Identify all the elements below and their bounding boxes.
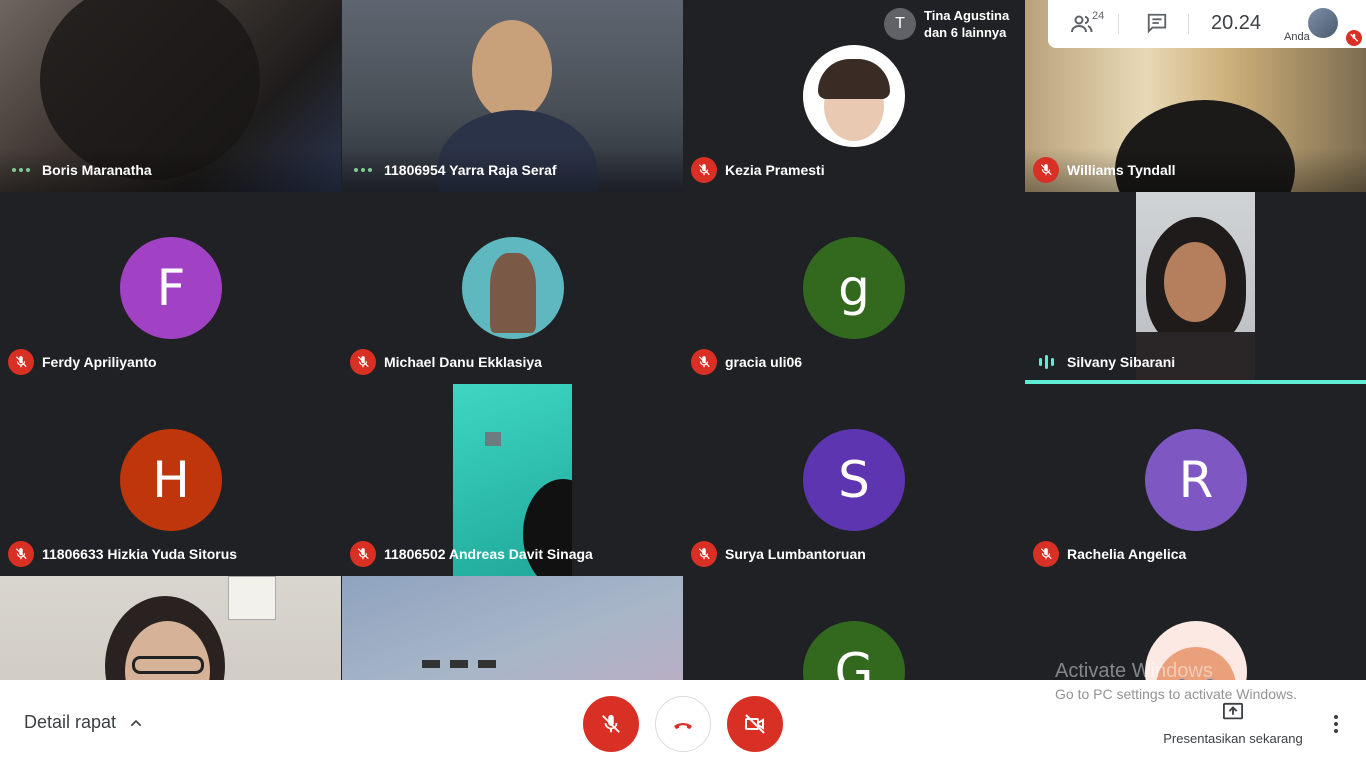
hang-up-icon xyxy=(674,723,692,729)
participant-tile[interactable]: g gracia uli06 xyxy=(683,192,1024,384)
participant-name: 11806633 Hizkia Yuda Sitorus xyxy=(42,546,238,562)
avatar: T xyxy=(884,8,916,40)
chat-icon[interactable] xyxy=(1146,12,1168,39)
participant-tile[interactable]: 11806954 Yarra Raja Seraf xyxy=(342,0,683,192)
mic-off-icon xyxy=(691,157,717,183)
meeting-details-label: Detail rapat xyxy=(24,712,117,732)
participant-tile[interactable]: R Rachelia Angelica xyxy=(1025,384,1366,576)
more-options-icon xyxy=(8,168,34,172)
present-now-label: Presentasikan sekarang xyxy=(1163,731,1303,746)
activation-watermark-sub: Go to PC settings to activate Windows. xyxy=(1055,686,1297,702)
participant-name: Kezia Pramesti xyxy=(725,162,825,178)
mic-off-icon xyxy=(350,541,376,567)
presenter-name: Tina Agustina xyxy=(924,8,1010,23)
participant-tile[interactable]: F Ferdy Apriliyanto xyxy=(0,192,341,384)
others-count: dan 6 lainnya xyxy=(924,25,1007,40)
avatar xyxy=(462,237,564,339)
more-options-icon xyxy=(350,168,376,172)
participant-tile[interactable]: Silvany Sibarani xyxy=(1025,192,1366,384)
participant-name: Williams Tyndall xyxy=(1067,162,1176,178)
participant-name: Silvany Sibarani xyxy=(1067,354,1176,370)
participant-name: Michael Danu Ekklasiya xyxy=(384,354,542,370)
meeting-info-panel: 24 20.24 Anda xyxy=(1048,0,1366,48)
video-feed xyxy=(472,20,552,120)
participant-tile[interactable]: S Surya Lumbantoruan xyxy=(683,384,1024,576)
mic-toggle-button[interactable] xyxy=(583,696,639,752)
leave-call-button[interactable] xyxy=(655,696,711,752)
participant-name: gracia uli06 xyxy=(725,354,803,370)
participant-tile[interactable]: 11806502 Andreas Davit Sinaga xyxy=(342,384,683,576)
people-icon[interactable] xyxy=(1070,12,1094,41)
mic-off-icon xyxy=(8,541,34,567)
mic-off-icon xyxy=(602,714,620,733)
participant-name: Ferdy Apriliyanto xyxy=(42,354,157,370)
glasses xyxy=(132,656,204,674)
more-vert-icon xyxy=(1334,715,1338,733)
avatar: H xyxy=(120,429,222,531)
participant-name: Rachelia Angelica xyxy=(1067,546,1187,562)
more-options-button[interactable] xyxy=(1326,712,1346,741)
participant-tile[interactable]: Michael Danu Ekklasiya xyxy=(342,192,683,384)
presenter-card[interactable]: T Tina Agustina dan 6 lainnya xyxy=(876,0,1024,48)
self-view-thumbnail[interactable] xyxy=(1308,8,1338,38)
mic-off-icon xyxy=(1033,541,1059,567)
divider xyxy=(1118,14,1119,34)
mic-off-icon xyxy=(350,349,376,375)
avatar: S xyxy=(803,429,905,531)
camera-toggle-button[interactable] xyxy=(727,696,783,752)
mic-off-icon xyxy=(1033,157,1059,183)
camera-off-icon xyxy=(745,714,765,734)
participant-name: Boris Maranatha xyxy=(42,162,152,178)
avatar: F xyxy=(120,237,222,339)
mic-off-icon xyxy=(691,349,717,375)
control-bar: Detail rapat Go to PC settings to activa… xyxy=(0,680,1366,768)
divider xyxy=(1188,14,1189,34)
avatar: R xyxy=(1145,429,1247,531)
mic-off-icon xyxy=(8,349,34,375)
avatar: g xyxy=(803,237,905,339)
participant-grid: Boris Maranatha 11806954 Yarra Raja Sera… xyxy=(0,0,1366,768)
participant-tile[interactable]: Boris Maranatha xyxy=(0,0,341,192)
participant-count: 24 xyxy=(1092,10,1105,22)
participant-name: Surya Lumbantoruan xyxy=(725,546,866,562)
avatar xyxy=(803,45,905,147)
speaking-indicator-icon xyxy=(1033,355,1059,369)
participant-name: 11806954 Yarra Raja Seraf xyxy=(384,162,557,178)
meeting-details-button[interactable]: Detail rapat xyxy=(24,712,144,733)
clock-time: 20.24 xyxy=(1211,12,1262,34)
present-now-button[interactable]: Presentasikan sekarang xyxy=(1158,702,1308,746)
mic-off-icon xyxy=(1346,30,1362,46)
participant-name: 11806502 Andreas Davit Sinaga xyxy=(384,546,593,562)
chevron-up-icon xyxy=(130,719,142,726)
participant-tile[interactable]: H 11806633 Hizkia Yuda Sitorus xyxy=(0,384,341,576)
mic-off-icon xyxy=(691,541,717,567)
self-label: Anda xyxy=(1284,31,1310,43)
present-screen-icon xyxy=(1223,702,1243,720)
